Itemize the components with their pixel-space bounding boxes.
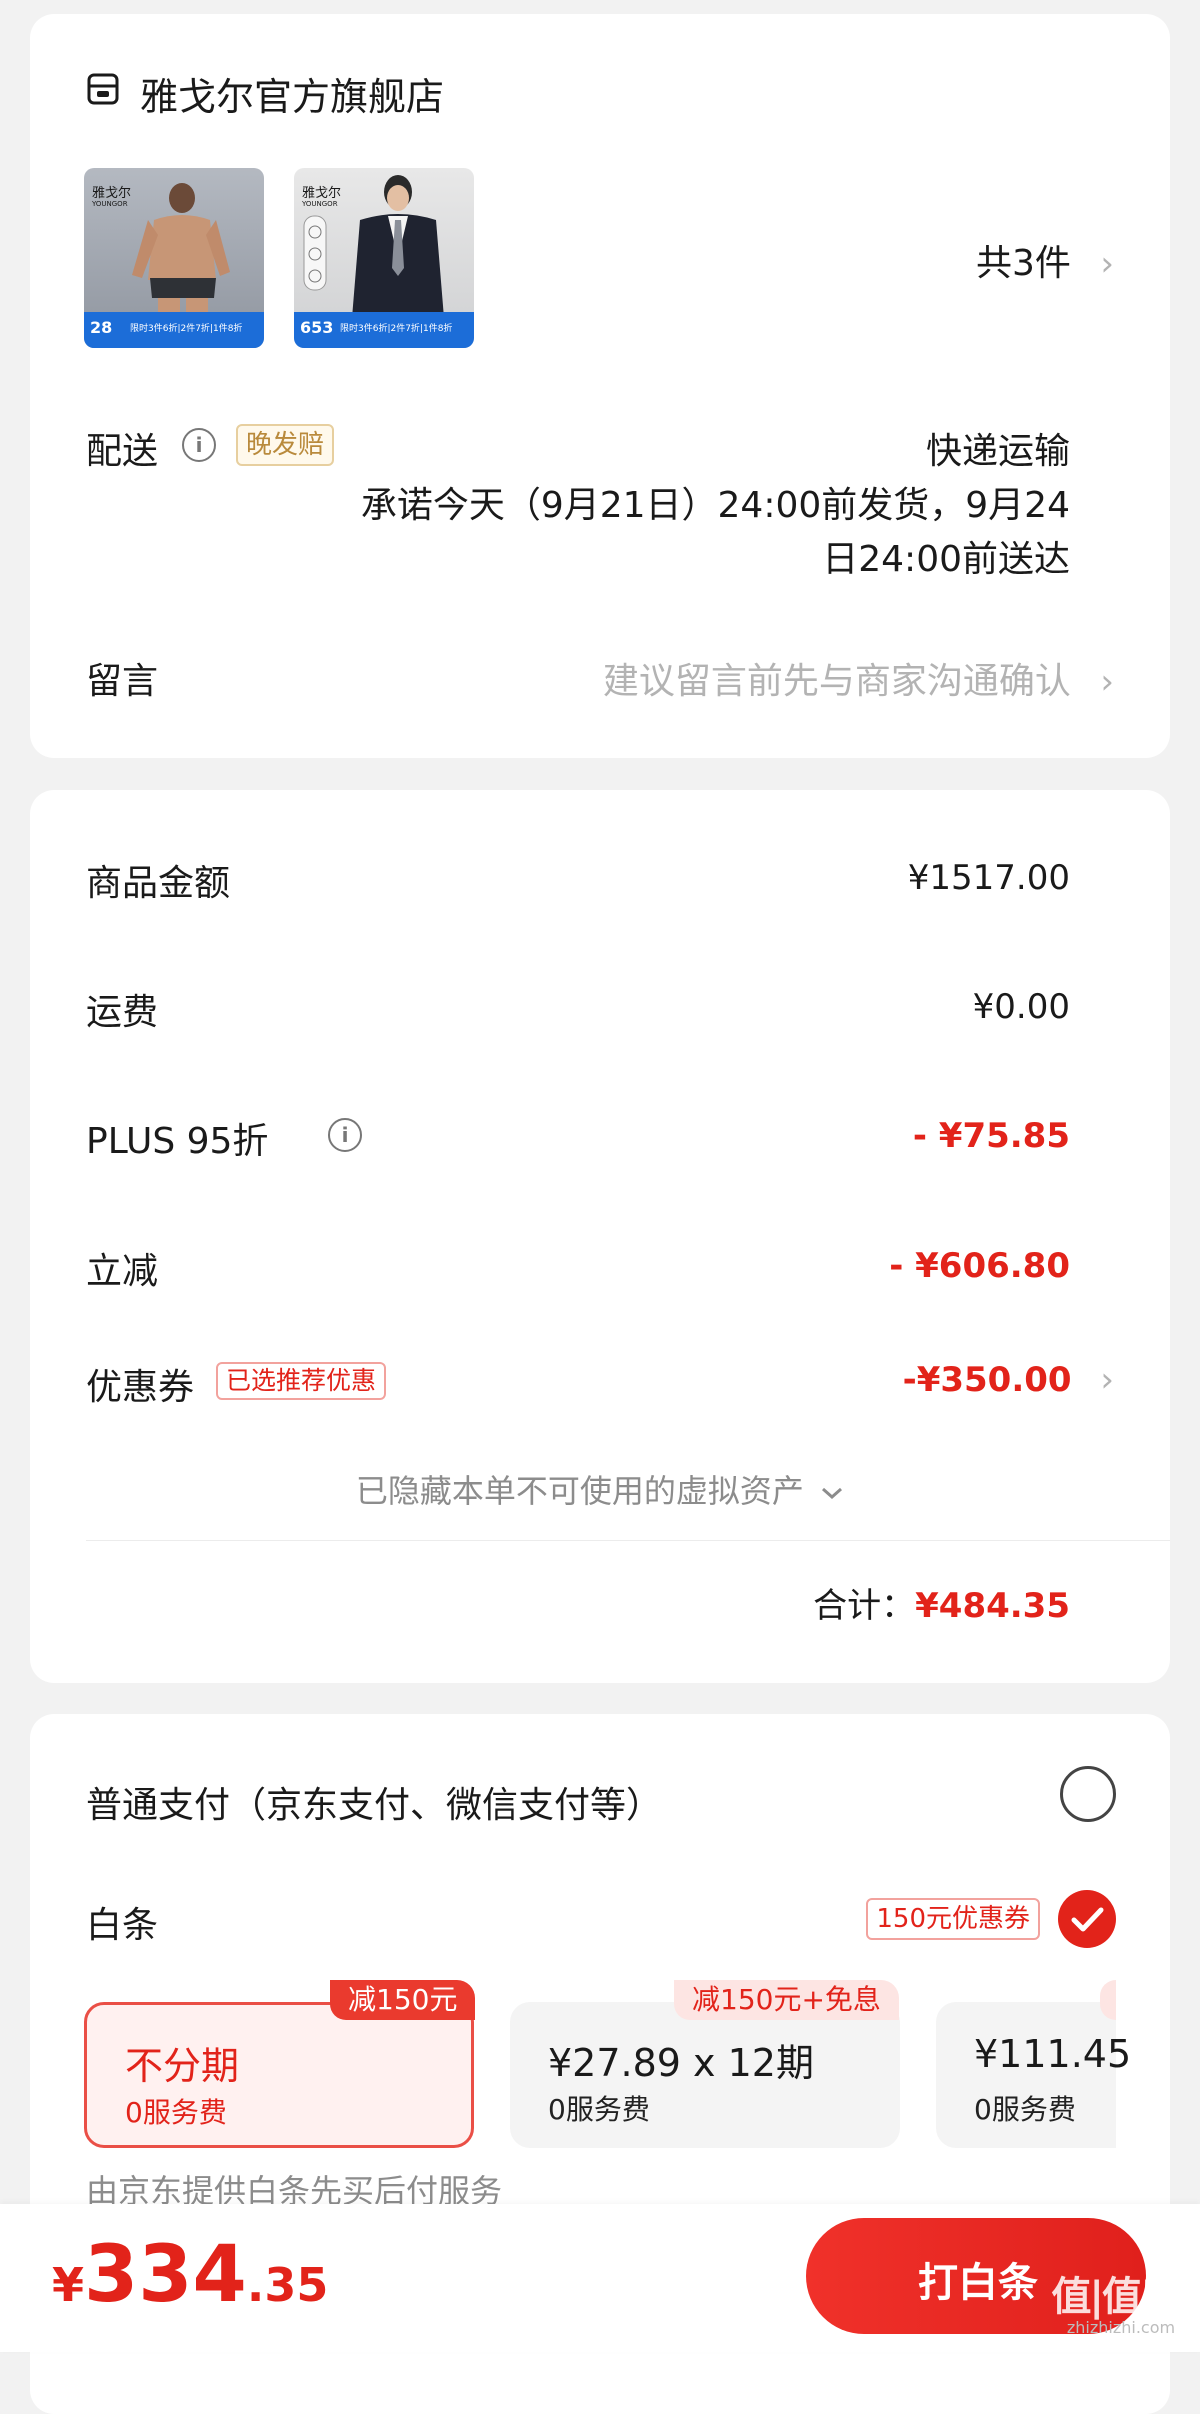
chevron-down-icon bbox=[822, 1487, 843, 1500]
delivery-promise-line1: 承诺今天（9月21日）24:00前发货，9月24 bbox=[360, 485, 1070, 526]
product-promo-banner: 28 限时3件6折|2件7折|1件8折 bbox=[84, 312, 264, 348]
plan-title: ¥27.89 x 12期 bbox=[548, 2041, 814, 2085]
delivery-promise-line2: 日24:00前送达 bbox=[822, 539, 1070, 580]
baitiao-radio-checked[interactable] bbox=[1058, 1890, 1116, 1948]
shipping-label: 运费 bbox=[86, 992, 159, 1033]
instant-discount-label: 立减 bbox=[86, 1251, 159, 1292]
plan-title: ¥111.45 bbox=[974, 2032, 1132, 2076]
items-count-link[interactable]: 共3件 › bbox=[976, 234, 1114, 286]
product-image-underwear-model bbox=[132, 183, 230, 320]
shipping-value: ¥0.00 bbox=[972, 987, 1070, 1027]
product-image-suit-model bbox=[303, 175, 444, 318]
coupon-selector[interactable]: -¥350.00 › bbox=[903, 1360, 1114, 1400]
message-placeholder: 建议留言前先与商家沟通确认 bbox=[602, 661, 1071, 702]
hidden-assets-text: 已隐藏本单不可使用的虚拟资产 bbox=[355, 1472, 804, 1510]
checkout-bar: ¥334.35 打白条 值|值|值 zhizhizhi.com bbox=[0, 2204, 1200, 2352]
price-card: 商品金额 ¥1517.00 运费 ¥0.00 PLUS 95折 i - ¥75.… bbox=[30, 790, 1170, 1683]
installment-plan-other[interactable]: ¥111.45 0服务费 bbox=[936, 2002, 1131, 2148]
baitiao-coupon-tag: 150元优惠券 bbox=[866, 1898, 1040, 1940]
recommended-coupon-tag: 已选推荐优惠 bbox=[216, 1362, 387, 1400]
plan-service-fee: 0服务费 bbox=[125, 2096, 227, 2129]
message-label: 留言 bbox=[86, 661, 159, 702]
pay-amount: ¥334.35 bbox=[52, 2230, 328, 2320]
coupon-label: 优惠券 bbox=[86, 1367, 195, 1408]
plan-service-fee: 0服务费 bbox=[548, 2093, 650, 2126]
baitiao-label: 白条 bbox=[86, 1905, 159, 1946]
store-card: 雅戈尔官方旗舰店 雅戈尔 YOUNGOR 28 限时3件6折|2件7折|1件8折… bbox=[30, 14, 1170, 758]
delivery-label: 配送 bbox=[86, 431, 159, 472]
message-input[interactable]: 建议留言前先与商家沟通确认 › bbox=[603, 652, 1114, 704]
plan-service-fee: 0服务费 bbox=[974, 2093, 1076, 2126]
product-promo-text: 限时3件6折|2件7折|1件8折 bbox=[130, 324, 243, 334]
installment-plan-none[interactable]: 不分期 0服务费 bbox=[84, 2002, 474, 2148]
chevron-right-icon: › bbox=[1100, 244, 1114, 284]
button-label: 打白条 bbox=[918, 2260, 1038, 2306]
info-icon[interactable]: i bbox=[328, 1118, 362, 1152]
product-brand-en: YOUNGOR bbox=[92, 200, 128, 208]
normal-payment-radio[interactable] bbox=[1060, 1766, 1116, 1822]
delivery-method[interactable]: 快递运输 bbox=[926, 422, 1070, 474]
items-count: 共3件 bbox=[976, 243, 1071, 284]
total-label: 合计： bbox=[813, 1586, 916, 1626]
plan-discount-badge: 减150元+免息 bbox=[674, 1980, 899, 2020]
currency-symbol: ¥ bbox=[52, 2258, 85, 2312]
goods-amount-value: ¥1517.00 bbox=[907, 858, 1070, 898]
plan-discount-badge: 减150元 bbox=[330, 1980, 476, 2020]
info-icon[interactable]: i bbox=[182, 428, 216, 462]
normal-payment-label: 普通支付（京东支付、微信支付等） bbox=[86, 1785, 663, 1826]
product-promo-text: 限时3件6折|2件7折|1件8折 bbox=[340, 324, 453, 334]
watermark-logo: 值|值|值 zhizhizhi.com bbox=[1046, 2264, 1196, 2337]
goods-amount-label: 商品金额 bbox=[86, 863, 231, 904]
order-total: 合计：¥484.35 bbox=[813, 1578, 1070, 1627]
plus-discount-label: PLUS 95折 bbox=[86, 1121, 269, 1162]
installment-plan-12[interactable]: ¥27.89 x 12期 0服务费 bbox=[510, 2002, 900, 2148]
instant-discount-value: - ¥606.80 bbox=[889, 1246, 1070, 1286]
coupon-value: -¥350.00 bbox=[902, 1360, 1072, 1400]
product-thumbnail-2[interactable]: 雅戈尔 YOUNGOR 653 限时3件6折|2件7折|1件8折 bbox=[294, 168, 474, 348]
plus-discount-value: - ¥75.85 bbox=[912, 1116, 1070, 1156]
plan-title: 不分期 bbox=[125, 2044, 240, 2088]
divider bbox=[86, 1540, 1170, 1541]
amount-integer: 334 bbox=[84, 2230, 247, 2320]
product-thumbnail-1[interactable]: 雅戈尔 YOUNGOR 28 限时3件6折|2件7折|1件8折 bbox=[84, 168, 264, 348]
product-promo-banner: 653 限时3件6折|2件7折|1件8折 bbox=[294, 312, 474, 348]
check-icon bbox=[1071, 1907, 1104, 1932]
store-icon bbox=[87, 73, 119, 105]
product-price: 653 bbox=[300, 318, 334, 337]
chevron-right-icon: › bbox=[1100, 662, 1114, 702]
hidden-assets-toggle[interactable]: 已隐藏本单不可使用的虚拟资产 bbox=[30, 1466, 1170, 1512]
store-name[interactable]: 雅戈尔官方旗舰店 bbox=[140, 66, 444, 121]
amount-decimal: .35 bbox=[246, 2258, 329, 2312]
total-value: ¥484.35 bbox=[915, 1586, 1070, 1626]
late-delivery-compensation-tag: 晚发赔 bbox=[236, 424, 335, 466]
product-price: 28 bbox=[90, 318, 113, 337]
watermark-subtext: zhizhizhi.com bbox=[1066, 2318, 1176, 2337]
chevron-right-icon: › bbox=[1100, 1360, 1114, 1400]
watermark-text: 值|值|值 bbox=[1051, 2274, 1192, 2320]
